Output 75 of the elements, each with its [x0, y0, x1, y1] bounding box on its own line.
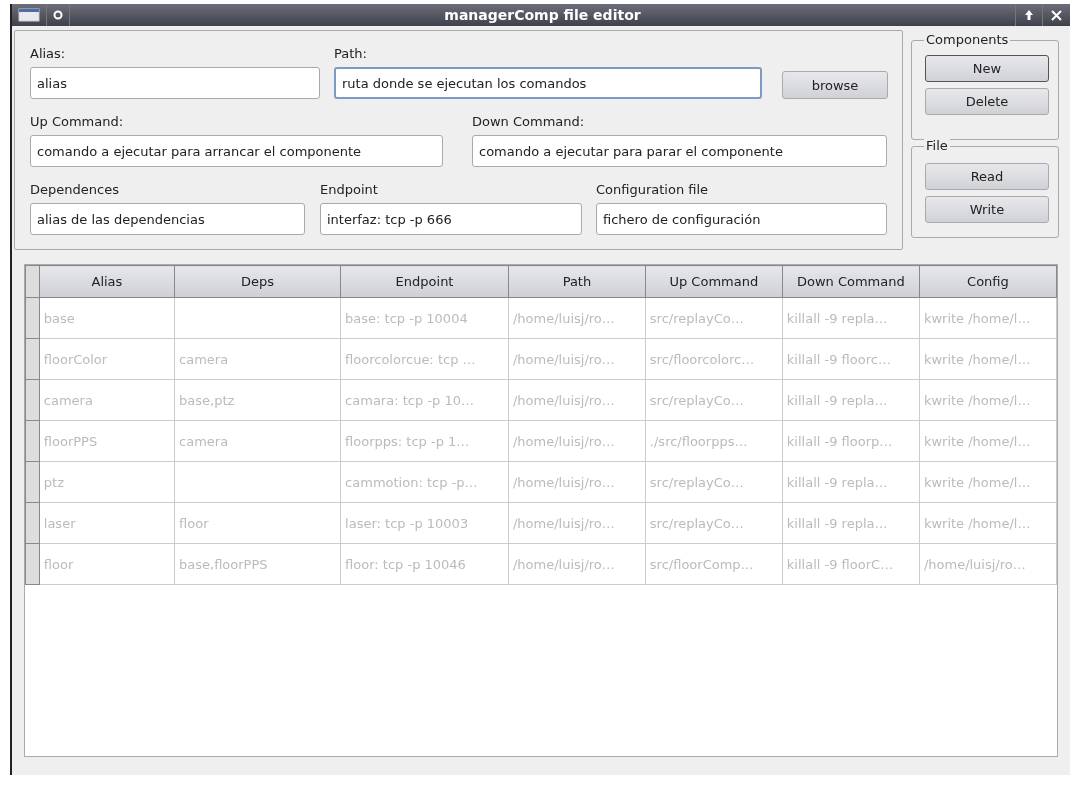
column-header[interactable]: Path: [508, 265, 646, 298]
field-label: Down Command:: [472, 113, 586, 130]
table-cell: kwrite /home/l…: [919, 420, 1057, 462]
table-cell: floorPPS: [39, 420, 175, 462]
table-cell: /home/luisj/ro…: [508, 338, 646, 380]
table-cell: camara: tcp -p 10…: [340, 379, 509, 421]
table-cell: kwrite /home/l…: [919, 461, 1057, 503]
table-cell: ./src/floorpps…: [645, 420, 783, 462]
action-button[interactable]: Read: [925, 163, 1049, 190]
table-cell: laser: [39, 502, 175, 544]
column-header[interactable]: Deps: [174, 265, 341, 298]
action-button[interactable]: Delete: [925, 88, 1049, 115]
table-cell: killall -9 repla…: [782, 461, 920, 503]
field-label: Alias:: [30, 45, 67, 62]
window-title: managerComp file editor: [443, 7, 642, 23]
table-cell: src/replayCo…: [645, 379, 783, 421]
action-button[interactable]: New: [925, 55, 1049, 82]
table-cell: /home/luisj/ro…: [508, 379, 646, 421]
table-cell: floor: [39, 543, 175, 585]
table-cell: /home/luisj/ro…: [508, 502, 646, 544]
table-cell: floorpps: tcp -p 1…: [340, 420, 509, 462]
text-field[interactable]: ruta donde se ejecutan los comandos: [334, 67, 762, 99]
table-cell: /home/luisj/ro…: [508, 543, 646, 585]
table-cell: floorcolorcue: tcp …: [340, 338, 509, 380]
browse-button[interactable]: browse: [782, 71, 888, 99]
text-field[interactable]: comando a ejecutar para parar el componente: [472, 135, 887, 167]
table-cell: base,floorPPS: [174, 543, 341, 585]
field-label: Configuration file: [596, 181, 710, 198]
text-field[interactable]: interfaz: tcp -p 666: [320, 203, 582, 235]
table-cell: base,ptz: [174, 379, 341, 421]
action-button[interactable]: Write: [925, 196, 1049, 223]
group-title: Components: [924, 32, 1011, 48]
table-cell: cammotion: tcp -p…: [340, 461, 509, 503]
column-header[interactable]: Down Command: [782, 265, 920, 298]
table-cell: kwrite /home/l…: [919, 338, 1057, 380]
field-label: Dependences: [30, 181, 120, 198]
table-cell: floorColor: [39, 338, 175, 380]
table-cell: laser: tcp -p 10003: [340, 502, 509, 544]
table-cell: camera: [39, 379, 175, 421]
table-cell: camera: [174, 420, 341, 462]
table-cell: src/floorcolorc…: [645, 338, 783, 380]
text-field[interactable]: alias: [30, 67, 320, 99]
field-label: Endpoint: [320, 181, 379, 198]
field-label: Path:: [334, 45, 368, 62]
text-field[interactable]: alias de las dependencias: [30, 203, 305, 235]
table-cell: src/replayCo…: [645, 461, 783, 503]
table-cell: src/floorComp…: [645, 543, 783, 585]
table-cell: /home/luisj/ro…: [508, 420, 646, 462]
table-cell: src/replayCo…: [645, 502, 783, 544]
table-cell: killall -9 repla…: [782, 502, 920, 544]
column-header[interactable]: Up Command: [645, 265, 783, 298]
column-header[interactable]: Config: [919, 265, 1057, 298]
table-cell: kwrite /home/l…: [919, 297, 1057, 339]
table-cell: ptz: [39, 461, 175, 503]
table-cell: src/replayCo…: [645, 297, 783, 339]
table-cell: kwrite /home/l…: [919, 502, 1057, 544]
column-header[interactable]: Alias: [39, 265, 175, 298]
table-cell: /home/luisj/ro…: [508, 461, 646, 503]
table-cell: floor: [174, 502, 341, 544]
text-field[interactable]: fichero de configuración: [596, 203, 887, 235]
table-cell: killall -9 floorc…: [782, 338, 920, 380]
table-cell: killall -9 floorp…: [782, 420, 920, 462]
table-cell: killall -9 repla…: [782, 297, 920, 339]
field-label: Up Command:: [30, 113, 125, 130]
table-cell: /home/luisj/ro…: [508, 297, 646, 339]
table-cell: kwrite /home/l…: [919, 379, 1057, 421]
table-cell: base: [39, 297, 175, 339]
column-header[interactable]: Endpoint: [340, 265, 509, 298]
table-cell: /home/luisj/ro…: [919, 543, 1057, 585]
table-cell: killall -9 repla…: [782, 379, 920, 421]
table-cell: killall -9 floorC…: [782, 543, 920, 585]
table-cell: base: tcp -p 10004: [340, 297, 509, 339]
table-cell: floor: tcp -p 10046: [340, 543, 509, 585]
text-field[interactable]: comando a ejecutar para arrancar el componente: [30, 135, 443, 167]
table-cell: camera: [174, 338, 341, 380]
